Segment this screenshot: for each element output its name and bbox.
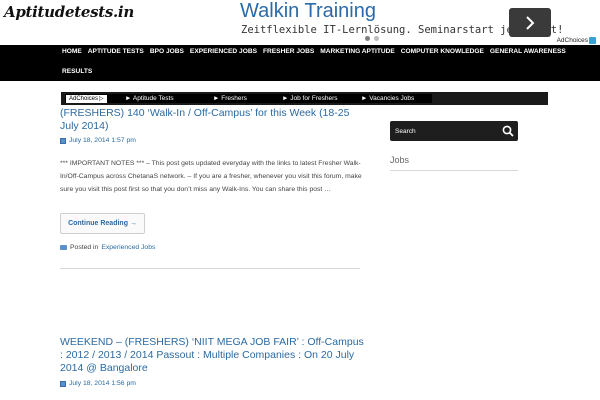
post-date-link[interactable]: July 18, 2014 1:56 pm [69, 380, 136, 387]
post-date-link[interactable]: July 18, 2014 1:57 pm [69, 137, 136, 144]
carousel-dot[interactable] [374, 36, 379, 41]
search-button[interactable] [499, 122, 517, 140]
ad-carousel-dots [365, 36, 379, 41]
ad-link-job-for-freshers[interactable]: ► Job for Freshers [282, 94, 338, 103]
calendar-icon [60, 137, 66, 144]
post-title-link[interactable]: (FRESHERS) 140 ‘Walk-In / Off-Campus’ fo… [60, 107, 360, 133]
nav-item-computer-knowledge[interactable]: COMPUTER KNOWLEDGE [401, 48, 484, 55]
post-category: Posted in Experienced Jobs [60, 244, 155, 251]
chevron-right-icon [526, 15, 535, 30]
post-title-link[interactable]: WEEKEND – (FRESHERS) ‘NIIT MEGA JOB FAIR… [60, 336, 365, 375]
ad-next-button[interactable] [509, 8, 551, 37]
nav-item-bpo-jobs[interactable]: BPO JOBS [150, 48, 184, 55]
search-icon [502, 125, 514, 137]
adchoices-icon [589, 37, 596, 44]
main-nav: HOME APTITUDE TESTS BPO JOBS EXPERIENCED… [0, 45, 600, 81]
nav-row-primary: HOME APTITUDE TESTS BPO JOBS EXPERIENCED… [62, 48, 566, 55]
continue-reading-button[interactable]: Continue Reading → [60, 213, 145, 234]
post-divider [60, 268, 360, 269]
adchoices-badge[interactable]: AdChoices ▷ [66, 94, 107, 103]
adchoices-play-icon: ▷ [99, 95, 104, 102]
category-link[interactable]: Experienced Jobs [101, 244, 155, 251]
adchoices-label: AdChoices [556, 37, 588, 44]
post-date: July 18, 2014 1:57 pm [60, 137, 136, 144]
ad-link-aptitude-tests[interactable]: ► Aptitude Tests [125, 94, 174, 103]
adchoices-badge[interactable]: AdChoices [557, 37, 596, 44]
nav-item-marketing-aptitude[interactable]: MARKETING APTITUDE [320, 48, 394, 55]
nav-item-fresher-jobs[interactable]: FRESHER JOBS [263, 48, 314, 55]
ad-link-vacancies-jobs[interactable]: ► Vacancies Jobs [361, 94, 414, 103]
site-logo[interactable]: Aptitudetests.in [4, 3, 134, 21]
nav-item-general-awareness[interactable]: GENERAL AWARENESS [490, 48, 566, 55]
folder-icon [60, 245, 67, 250]
posted-in-label: Posted in [70, 244, 99, 251]
ad-links-inner: AdChoices ▷ ► Aptitude Tests ► Freshers … [65, 94, 432, 103]
ad-title[interactable]: Walkin Training [240, 0, 376, 23]
nav-item-aptitude-tests[interactable]: APTITUDE TESTS [88, 48, 144, 55]
adchoices-label: AdChoices [69, 95, 99, 102]
ad-links-bar: AdChoices ▷ ► Aptitude Tests ► Freshers … [61, 92, 548, 105]
calendar-icon [60, 380, 66, 387]
ad-link-freshers[interactable]: ► Freshers [213, 94, 247, 103]
nav-item-results[interactable]: RESULTS [62, 68, 92, 75]
sidebar-widget-title: Jobs [390, 155, 410, 165]
sidebar-divider [390, 170, 518, 171]
nav-item-home[interactable]: HOME [62, 48, 82, 55]
nav-item-experienced-jobs[interactable]: EXPERIENCED JOBS [190, 48, 257, 55]
post-excerpt: *** IMPORTANT NOTES *** – This post gets… [60, 160, 362, 193]
search-input[interactable] [390, 127, 490, 135]
search-form [390, 121, 518, 141]
carousel-dot[interactable] [365, 36, 370, 41]
post-date: July 18, 2014 1:56 pm [60, 380, 136, 387]
nav-row-secondary: RESULTS [62, 68, 92, 75]
